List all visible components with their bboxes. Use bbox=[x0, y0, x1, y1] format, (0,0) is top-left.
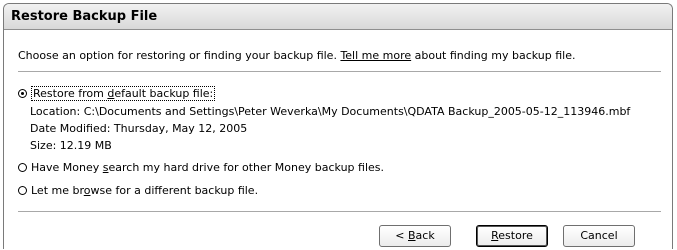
option-browse-label[interactable]: Let me browse for a different backup fil… bbox=[31, 184, 258, 197]
back-button[interactable]: < Back bbox=[379, 225, 451, 247]
option-search-drive[interactable]: Have Money search my hard drive for othe… bbox=[18, 161, 384, 174]
backup-location: Location: C:\Documents and Settings\Pete… bbox=[30, 105, 631, 118]
intro-text: Choose an option for restoring or findin… bbox=[18, 49, 576, 62]
backup-size: Size: 12.19 MB bbox=[30, 139, 112, 152]
radio-default-backup[interactable] bbox=[18, 89, 27, 98]
option-default-backup[interactable]: Restore from default backup file: bbox=[18, 86, 216, 101]
intro-text-end: about finding my backup file. bbox=[411, 49, 576, 62]
option-default-label[interactable]: Restore from default backup file: bbox=[31, 86, 216, 101]
option-search-label[interactable]: Have Money search my hard drive for othe… bbox=[31, 161, 384, 174]
intro-text-start: Choose an option for restoring or findin… bbox=[18, 49, 341, 62]
radio-browse[interactable] bbox=[18, 186, 27, 195]
restore-button[interactable]: Restore bbox=[476, 225, 548, 247]
bottom-divider bbox=[18, 211, 661, 212]
cancel-button[interactable]: Cancel bbox=[563, 225, 635, 247]
option-browse[interactable]: Let me browse for a different backup fil… bbox=[18, 184, 258, 197]
dialog-title: Restore Backup File bbox=[4, 4, 672, 30]
radio-search-drive[interactable] bbox=[18, 163, 27, 172]
backup-date-modified: Date Modified: Thursday, May 12, 2005 bbox=[30, 122, 248, 135]
top-divider bbox=[18, 71, 661, 72]
tell-me-more-link[interactable]: Tell me more bbox=[340, 49, 411, 62]
restore-backup-dialog: Restore Backup File Choose an option for… bbox=[3, 3, 673, 249]
